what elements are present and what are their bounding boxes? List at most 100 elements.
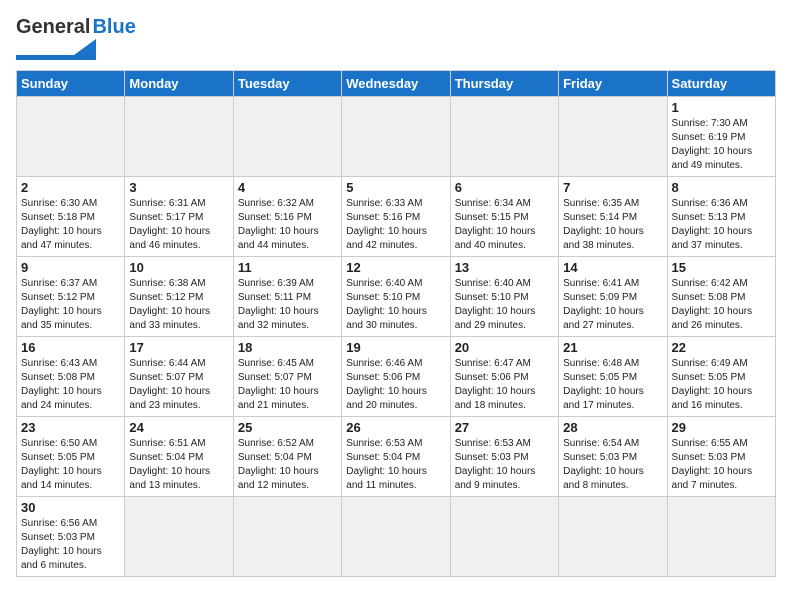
day-info: Sunrise: 6:40 AMSunset: 5:10 PMDaylight:… — [455, 277, 554, 333]
calendar-week-2: 2 Sunrise: 6:30 AMSunset: 5:18 PMDaylight… — [17, 177, 776, 257]
calendar-cell: 21 Sunrise: 6:48 AMSunset: 5:05 PMDayligh… — [559, 337, 667, 417]
day-info: Sunrise: 6:53 AMSunset: 5:04 PMDaylight:… — [346, 437, 445, 493]
calendar-cell: 8 Sunrise: 6:36 AMSunset: 5:13 PMDaylight… — [667, 177, 775, 257]
day-info: Sunrise: 6:30 AMSunset: 5:18 PMDaylight:… — [21, 197, 120, 253]
calendar-cell — [667, 497, 775, 577]
day-info: Sunrise: 6:55 AMSunset: 5:03 PMDaylight:… — [672, 437, 771, 493]
calendar-cell: 16 Sunrise: 6:43 AMSunset: 5:08 PMDayligh… — [17, 337, 125, 417]
day-info: Sunrise: 6:40 AMSunset: 5:10 PMDaylight:… — [346, 277, 445, 333]
day-info: Sunrise: 6:38 AMSunset: 5:12 PMDaylight:… — [129, 277, 228, 333]
logo: General Blue — [16, 16, 136, 60]
calendar-week-1: 1 Sunrise: 7:30 AMSunset: 6:19 PMDaylight… — [17, 97, 776, 177]
calendar-cell — [125, 97, 233, 177]
day-info: Sunrise: 6:36 AMSunset: 5:13 PMDaylight:… — [672, 197, 771, 253]
day-number: 27 — [455, 420, 554, 435]
day-info: Sunrise: 6:47 AMSunset: 5:06 PMDaylight:… — [455, 357, 554, 413]
logo-general: General — [16, 16, 90, 39]
day-number: 15 — [672, 260, 771, 275]
calendar-cell: 9Sunrise: 6:37 AMSunset: 5:12 PMDaylight… — [17, 257, 125, 337]
day-number: 9 — [21, 260, 120, 275]
day-info: Sunrise: 6:54 AMSunset: 5:03 PMDaylight:… — [563, 437, 662, 493]
day-number: 18 — [238, 340, 337, 355]
calendar-cell: 5 Sunrise: 6:33 AMSunset: 5:16 PMDaylight… — [342, 177, 450, 257]
day-info: Sunrise: 6:32 AMSunset: 5:16 PMDaylight:… — [238, 197, 337, 253]
calendar-cell: 28Sunrise: 6:54 AMSunset: 5:03 PMDayligh… — [559, 417, 667, 497]
col-header-saturday: Saturday — [667, 71, 775, 97]
calendar-cell: 6Sunrise: 6:34 AMSunset: 5:15 PMDaylight… — [450, 177, 558, 257]
calendar-cell: 27 Sunrise: 6:53 AMSunset: 5:03 PMDayligh… — [450, 417, 558, 497]
calendar-cell: 4 Sunrise: 6:32 AMSunset: 5:16 PMDaylight… — [233, 177, 341, 257]
calendar-cell: 10 Sunrise: 6:38 AMSunset: 5:12 PMDayligh… — [125, 257, 233, 337]
day-number: 7 — [563, 180, 662, 195]
day-info: Sunrise: 6:44 AMSunset: 5:07 PMDaylight:… — [129, 357, 228, 413]
calendar-cell — [342, 97, 450, 177]
day-info: Sunrise: 6:41 AMSunset: 5:09 PMDaylight:… — [563, 277, 662, 333]
col-header-friday: Friday — [559, 71, 667, 97]
day-info: Sunrise: 6:49 AMSunset: 5:05 PMDaylight:… — [672, 357, 771, 413]
calendar-cell: 11Sunrise: 6:39 AMSunset: 5:11 PMDayligh… — [233, 257, 341, 337]
day-number: 17 — [129, 340, 228, 355]
day-info: Sunrise: 6:51 AMSunset: 5:04 PMDaylight:… — [129, 437, 228, 493]
day-number: 2 — [21, 180, 120, 195]
day-info: Sunrise: 6:33 AMSunset: 5:16 PMDaylight:… — [346, 197, 445, 253]
calendar-week-6: 30 Sunrise: 6:56 AMSunset: 5:03 PMDayligh… — [17, 497, 776, 577]
day-number: 29 — [672, 420, 771, 435]
calendar-cell: 29 Sunrise: 6:55 AMSunset: 5:03 PMDayligh… — [667, 417, 775, 497]
calendar-cell: 25 Sunrise: 6:52 AMSunset: 5:04 PMDayligh… — [233, 417, 341, 497]
col-header-tuesday: Tuesday — [233, 71, 341, 97]
day-number: 22 — [672, 340, 771, 355]
day-number: 16 — [21, 340, 120, 355]
day-info: Sunrise: 7:30 AMSunset: 6:19 PMDaylight:… — [672, 117, 771, 173]
day-number: 5 — [346, 180, 445, 195]
calendar-cell — [17, 97, 125, 177]
calendar-cell: 2 Sunrise: 6:30 AMSunset: 5:18 PMDaylight… — [17, 177, 125, 257]
day-info: Sunrise: 6:52 AMSunset: 5:04 PMDaylight:… — [238, 437, 337, 493]
calendar-cell — [559, 97, 667, 177]
calendar-cell: 15 Sunrise: 6:42 AMSunset: 5:08 PMDayligh… — [667, 257, 775, 337]
calendar-cell: 3Sunrise: 6:31 AMSunset: 5:17 PMDaylight… — [125, 177, 233, 257]
day-number: 14 — [563, 260, 662, 275]
calendar-cell — [233, 497, 341, 577]
day-info: Sunrise: 6:39 AMSunset: 5:11 PMDaylight:… — [238, 277, 337, 333]
page-header: General Blue — [16, 16, 776, 60]
day-number: 19 — [346, 340, 445, 355]
day-info: Sunrise: 6:43 AMSunset: 5:08 PMDaylight:… — [21, 357, 120, 413]
calendar-cell — [233, 97, 341, 177]
day-number: 13 — [455, 260, 554, 275]
calendar-cell: 30 Sunrise: 6:56 AMSunset: 5:03 PMDayligh… — [17, 497, 125, 577]
calendar-cell: 18Sunrise: 6:45 AMSunset: 5:07 PMDayligh… — [233, 337, 341, 417]
day-info: Sunrise: 6:46 AMSunset: 5:06 PMDaylight:… — [346, 357, 445, 413]
logo-blue: Blue — [92, 16, 135, 39]
day-info: Sunrise: 6:42 AMSunset: 5:08 PMDaylight:… — [672, 277, 771, 333]
calendar-cell: 20 Sunrise: 6:47 AMSunset: 5:06 PMDayligh… — [450, 337, 558, 417]
day-number: 26 — [346, 420, 445, 435]
calendar-cell: 19 Sunrise: 6:46 AMSunset: 5:06 PMDayligh… — [342, 337, 450, 417]
day-number: 21 — [563, 340, 662, 355]
day-info: Sunrise: 6:34 AMSunset: 5:15 PMDaylight:… — [455, 197, 554, 253]
day-number: 1 — [672, 100, 771, 115]
day-info: Sunrise: 6:53 AMSunset: 5:03 PMDaylight:… — [455, 437, 554, 493]
calendar-week-5: 23 Sunrise: 6:50 AMSunset: 5:05 PMDayligh… — [17, 417, 776, 497]
calendar-cell — [450, 97, 558, 177]
day-number: 23 — [21, 420, 120, 435]
day-number: 8 — [672, 180, 771, 195]
calendar-cell — [342, 497, 450, 577]
day-info: Sunrise: 6:50 AMSunset: 5:05 PMDaylight:… — [21, 437, 120, 493]
calendar-cell: 12Sunrise: 6:40 AMSunset: 5:10 PMDayligh… — [342, 257, 450, 337]
day-number: 25 — [238, 420, 337, 435]
col-header-wednesday: Wednesday — [342, 71, 450, 97]
col-header-thursday: Thursday — [450, 71, 558, 97]
calendar-cell: 23 Sunrise: 6:50 AMSunset: 5:05 PMDayligh… — [17, 417, 125, 497]
day-number: 20 — [455, 340, 554, 355]
calendar-cell — [559, 497, 667, 577]
calendar-cell: 17 Sunrise: 6:44 AMSunset: 5:07 PMDayligh… — [125, 337, 233, 417]
day-info: Sunrise: 6:48 AMSunset: 5:05 PMDaylight:… — [563, 357, 662, 413]
calendar-cell: 24Sunrise: 6:51 AMSunset: 5:04 PMDayligh… — [125, 417, 233, 497]
day-info: Sunrise: 6:56 AMSunset: 5:03 PMDaylight:… — [21, 517, 120, 573]
calendar-cell: 1 Sunrise: 7:30 AMSunset: 6:19 PMDaylight… — [667, 97, 775, 177]
day-number: 30 — [21, 500, 120, 515]
day-number: 4 — [238, 180, 337, 195]
day-number: 10 — [129, 260, 228, 275]
col-header-sunday: Sunday — [17, 71, 125, 97]
calendar-week-4: 16 Sunrise: 6:43 AMSunset: 5:08 PMDayligh… — [17, 337, 776, 417]
